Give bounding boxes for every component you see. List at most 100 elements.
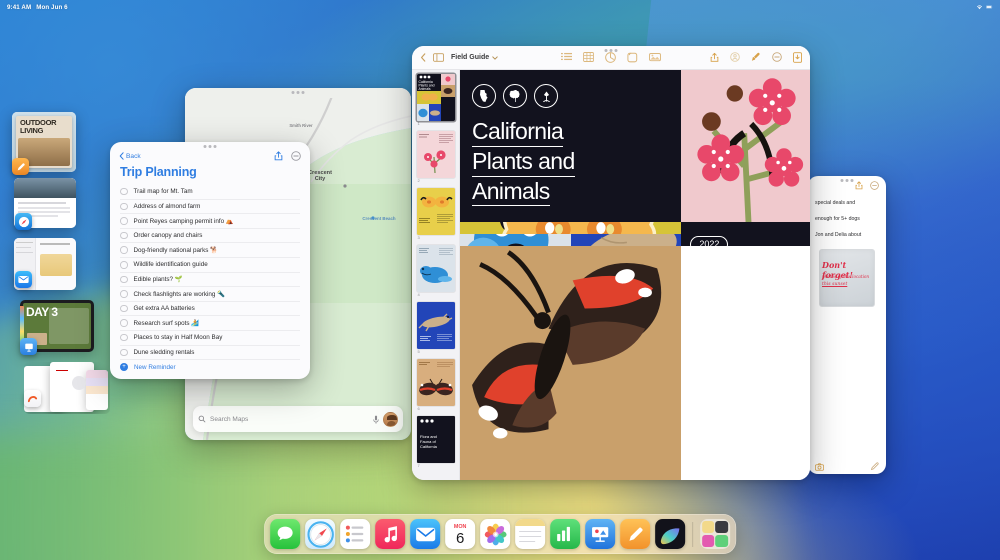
sidebar-toggle-icon[interactable] [433,53,444,62]
photo-icon[interactable] [649,52,661,62]
dock-item-notes[interactable] [515,519,545,549]
reminder-item[interactable]: Dune sledding rentals [120,345,300,360]
reminder-checkbox[interactable] [120,276,128,284]
more-circle-icon[interactable] [772,52,782,62]
slide-thumbnail-2[interactable]: 2 [417,131,455,183]
chevron-left-icon[interactable] [420,53,426,62]
table-icon[interactable] [583,52,594,62]
user-avatar[interactable] [383,412,398,427]
dock-item-calendar[interactable]: MON 6 [445,519,475,549]
reminders-back-button[interactable]: Back [119,152,141,160]
reminder-checkbox[interactable] [120,334,128,342]
minimized-badge-mail[interactable] [15,271,32,288]
reminder-checkbox[interactable] [120,305,128,313]
list-icon[interactable] [561,52,572,61]
messages-bubble-icon [275,524,295,544]
keynote-field-guide-window[interactable]: Field Guide [412,46,810,480]
reminder-item[interactable]: Edible plants? 🌱 [120,272,300,287]
more-circle-icon[interactable] [291,151,301,161]
reminder-checkbox[interactable] [120,217,128,225]
dock[interactable]: MON 6 [264,514,736,554]
maps-window-grabber[interactable] [292,91,305,94]
dock-item-mail[interactable] [410,519,440,549]
reminders-list[interactable]: Trail map for Mt. Tam Address of almond … [110,184,310,374]
notes-body[interactable]: special deals and enough for 5+ dogs Jon… [808,194,886,307]
more-circle-icon[interactable] [870,181,879,190]
slide-thumbnail-5[interactable]: 5 [417,302,455,354]
camera-icon[interactable] [815,463,824,471]
slide-title: California Plants and Animals [472,119,669,206]
slide-thumb-graphic-5 [417,302,455,349]
share-icon[interactable] [274,151,283,161]
reminder-item[interactable]: Point Reyes camping permit info ⛺ [120,213,300,228]
reminder-checkbox[interactable] [120,188,128,196]
dock-app-library[interactable] [700,519,730,549]
collaborate-icon[interactable] [730,52,740,62]
reminder-item[interactable]: Dog-friendly national parks 🐕 [120,242,300,257]
reminder-checkbox[interactable] [120,232,128,240]
maps-search-bar[interactable]: Search Maps [193,406,403,432]
dock-item-messages[interactable] [270,519,300,549]
compose-icon[interactable] [870,462,879,471]
reminder-checkbox[interactable] [120,290,128,298]
reminder-item[interactable]: Check flashlights are working 🔦 [120,286,300,301]
dock-item-music[interactable] [375,519,405,549]
dock-item-procreate[interactable] [655,519,685,549]
reminder-item[interactable]: Order canopy and chairs [120,228,300,243]
dock-item-reminders[interactable] [340,519,370,549]
envelope-icon [415,527,436,542]
notes-sticky-image[interactable]: Don't forget! photos of this location th… [819,249,875,307]
reminder-checkbox[interactable] [120,203,128,211]
share-icon[interactable] [710,52,719,63]
minimized-badge-pages[interactable] [12,158,29,175]
shape-icon[interactable] [605,52,616,63]
search-icon [198,415,206,423]
slide-thumbnail-4[interactable]: 4 [417,245,455,297]
app-library-tile-4 [716,535,728,547]
slide-title-panel: California Plants and Animals [460,70,681,222]
slide-thumbnail-1[interactable]: CaliforniaPlants andAnimals 1 [417,74,455,126]
dock-item-safari[interactable] [305,519,335,549]
document-icon[interactable] [793,52,802,63]
reminder-item[interactable]: Wildlife identification guide [120,257,300,272]
reminder-item[interactable]: Trail map for Mt. Tam [120,184,300,199]
slide-number: 2 [417,178,455,183]
fieldguide-right-tools[interactable] [710,52,802,63]
dock-item-keynote[interactable] [585,519,615,549]
slide-number: 3 [417,235,455,240]
dock-item-numbers[interactable] [550,519,580,549]
reminder-item[interactable]: Get extra AA batteries [120,301,300,316]
fieldguide-window-grabber[interactable] [605,49,618,52]
dock-item-photos[interactable] [480,519,510,549]
slide-number: 1 [417,121,455,126]
slide-thumbnail-7[interactable]: Flora andFauna ofCalifornia 7 [417,416,455,468]
reminder-checkbox[interactable] [120,349,128,357]
reminder-checkbox[interactable] [120,261,128,269]
minimized-badge-freeform[interactable] [24,390,41,407]
minimized-badge-keynote[interactable] [20,338,37,355]
new-reminder-button[interactable]: + New Reminder [120,359,300,374]
fieldguide-document-title[interactable]: Field Guide [451,54,498,61]
maps-search-placeholder: Search Maps [210,416,369,423]
slide-thumbnail-6[interactable]: 6 [417,359,455,411]
minimized-badge-safari[interactable] [15,213,32,230]
share-icon[interactable] [855,181,863,190]
media-icon[interactable] [627,52,638,63]
fieldguide-slide-canvas[interactable]: California Plants and Animals [460,70,810,480]
reminder-item[interactable]: Address of almond farm [120,199,300,214]
reminder-checkbox[interactable] [120,246,128,254]
notes-window[interactable]: special deals and enough for 5+ dogs Jon… [808,176,886,474]
notes-window-grabber[interactable] [841,179,854,182]
music-note-icon [382,525,399,543]
slide-thumbnail-3[interactable]: 3 [417,188,455,240]
reminder-item[interactable]: Research surf spots 🏄 [120,315,300,330]
reminder-item[interactable]: Places to stay in Half Moon Bay [120,330,300,345]
reminders-window[interactable]: Back Trip Planning Trail map for Mt. Tam… [110,142,310,379]
dock-item-pages[interactable] [620,519,650,549]
reminders-window-grabber[interactable] [204,145,217,148]
microphone-icon[interactable] [373,415,379,424]
fieldguide-slide-navigator[interactable]: CaliforniaPlants andAnimals 1 [412,70,460,480]
reminder-checkbox[interactable] [120,319,128,327]
fieldguide-insert-tools[interactable] [561,52,661,63]
paintbrush-icon[interactable] [751,52,761,62]
